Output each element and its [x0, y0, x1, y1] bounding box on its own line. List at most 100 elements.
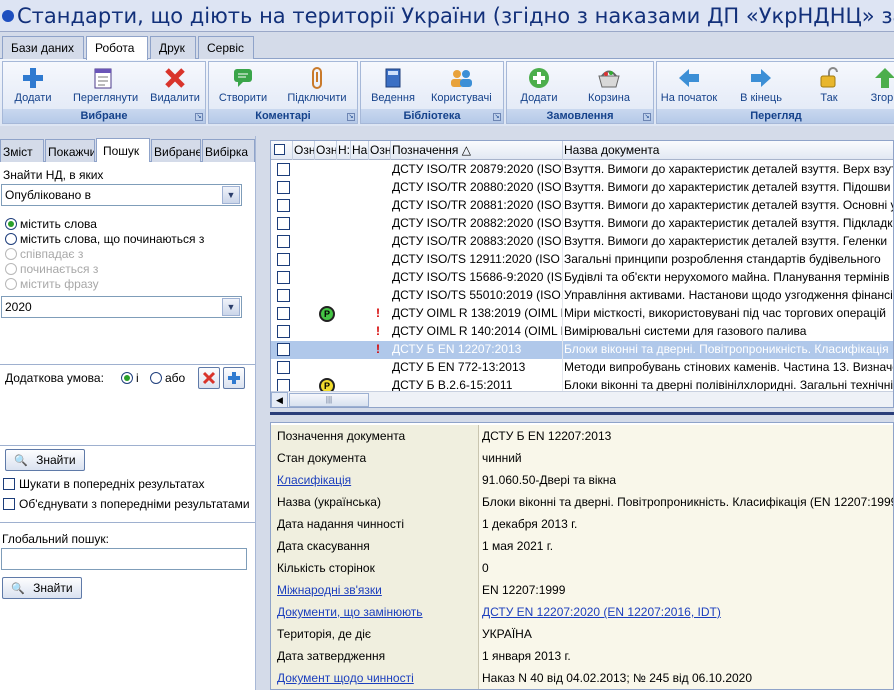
- tab-robota[interactable]: Робота: [86, 36, 148, 60]
- search-in-results-checkbox[interactable]: Шукати в попередніх результатах: [3, 477, 205, 491]
- table-row[interactable]: ДСТУ ISO/TS 15686-9:2020 (IS Будівлі та о…: [271, 269, 893, 287]
- cell-name: Управління активами. Настанови щодо узго…: [564, 288, 894, 302]
- table-row[interactable]: ДСТУ ISO/TR 20883:2020 (ISO Взуття. Вимог…: [271, 233, 893, 251]
- row-checkbox[interactable]: [277, 181, 290, 194]
- dialog-launcher-icon[interactable]: ↘: [643, 113, 651, 121]
- global-search-label: Глобальний пошук:: [2, 532, 109, 546]
- detail-value: чинний: [479, 447, 893, 469]
- library-manage-button[interactable]: Ведення: [363, 64, 423, 110]
- order-add-button[interactable]: Додати: [509, 64, 569, 110]
- collapse-button[interactable]: Згорн: [855, 64, 894, 110]
- detail-label[interactable]: Міжнародні зв'язки: [271, 579, 479, 601]
- row-checkbox[interactable]: [277, 325, 290, 338]
- detail-label: Назва (українська): [271, 491, 479, 513]
- table-row[interactable]: ! ДСТУ OIML R 140:2014 (OIML I Вимірювальн…: [271, 323, 893, 341]
- horizontal-scrollbar[interactable]: ◀ |||: [271, 391, 893, 407]
- detail-label[interactable]: Документи, що замінюють: [271, 601, 479, 623]
- table-row[interactable]: ДСТУ ISO/TR 20879:2020 (ISO Взуття. Вимог…: [271, 161, 894, 179]
- go-start-button[interactable]: На початок: [659, 64, 719, 110]
- tab-search[interactable]: Пошук: [96, 138, 150, 162]
- detail-value[interactable]: ДСТУ EN 12207:2020 (EN 12207:2016, IDT): [479, 601, 893, 623]
- dialog-launcher-icon[interactable]: ↘: [493, 113, 501, 121]
- table-row[interactable]: ДСТУ ISO/TR 20882:2020 (ISO Взуття. Вимог…: [271, 215, 893, 233]
- favorites-add-button[interactable]: Додати: [3, 64, 63, 110]
- radio-and[interactable]: і: [121, 371, 139, 385]
- tab-selection[interactable]: Вибірка: [202, 139, 255, 162]
- tab-druk[interactable]: Друк: [150, 36, 196, 59]
- radio-contains-words[interactable]: містить слова: [5, 217, 97, 231]
- find-button[interactable]: 🔍 Знайти: [5, 449, 85, 471]
- search-form: Знайти НД, в яких Опубліковано в ▼ місти…: [0, 162, 255, 690]
- chevron-down-icon: ▼: [222, 298, 240, 316]
- tab-bazy-danykh[interactable]: Бази даних: [2, 36, 84, 59]
- detail-label[interactable]: Документ щодо чинності: [271, 667, 479, 689]
- table-row[interactable]: ДСТУ ISO/TS 55010:2019 (ISO. Управління а…: [271, 287, 894, 305]
- vertical-splitter[interactable]: [255, 136, 270, 690]
- column-header[interactable]: Н:: [337, 141, 351, 160]
- row-checkbox[interactable]: [277, 289, 290, 302]
- row-checkbox[interactable]: [277, 307, 290, 320]
- radio-or[interactable]: або: [150, 371, 185, 385]
- detail-label[interactable]: Класифікація: [271, 469, 479, 491]
- ribbon-group-library: Ведення Користувачі Бібліотека ↘: [360, 61, 504, 124]
- cell-code: ДСТУ OIML R 140:2014 (OIML I: [391, 323, 563, 341]
- plus-icon: [23, 68, 43, 88]
- column-header-name[interactable]: Назва документа: [563, 141, 893, 160]
- row-checkbox[interactable]: [277, 361, 290, 374]
- table-row[interactable]: P! ДСТУ OIML R 138:2019 (OIML I Міри містк…: [271, 305, 893, 323]
- global-find-button[interactable]: 🔍 Знайти: [2, 577, 82, 599]
- cell-name: Будівлі та об'єкти нерухомого майна. Пла…: [564, 270, 890, 284]
- global-search-input[interactable]: [1, 548, 247, 570]
- remove-condition-button[interactable]: [198, 367, 220, 389]
- column-header[interactable]: Озн: [369, 141, 391, 160]
- order-basket-button[interactable]: Корзина: [579, 64, 639, 110]
- ribbon-group-orders: Додати Корзина Замовлення ↘: [506, 61, 654, 124]
- comment-create-button[interactable]: Створити: [213, 64, 273, 110]
- tab-index[interactable]: Покажчи: [45, 139, 95, 162]
- row-checkbox[interactable]: [277, 343, 290, 356]
- go-end-button[interactable]: В кінець: [731, 64, 791, 110]
- column-header[interactable]: Озн: [293, 141, 315, 160]
- scroll-left-icon[interactable]: ◀: [271, 392, 288, 407]
- title-bar: Стандарти, що діють на території України…: [0, 0, 894, 32]
- radio-icon: [5, 263, 17, 275]
- field-select[interactable]: Опубліковано в ▼: [1, 184, 242, 206]
- checkbox-icon: [3, 498, 15, 510]
- tab-servis[interactable]: Сервіс: [198, 36, 254, 59]
- tab-favorites[interactable]: Вибране: [151, 139, 201, 162]
- library-users-button[interactable]: Користувачі: [431, 64, 492, 110]
- column-header-check[interactable]: [271, 141, 293, 160]
- row-checkbox[interactable]: [277, 253, 290, 266]
- cell-name: Взуття. Вимоги до характеристик деталей …: [564, 162, 894, 176]
- row-checkbox[interactable]: [277, 271, 290, 284]
- favorites-view-button[interactable]: Переглянути: [73, 64, 138, 110]
- row-checkbox[interactable]: [277, 235, 290, 248]
- row-checkbox[interactable]: [277, 217, 290, 230]
- favorites-delete-button[interactable]: Видалити: [145, 64, 205, 110]
- scroll-thumb[interactable]: |||: [289, 393, 369, 407]
- dialog-launcher-icon[interactable]: ↘: [195, 113, 203, 121]
- value-select[interactable]: 2020 ▼: [1, 296, 242, 318]
- users-icon: [451, 70, 472, 87]
- table-row[interactable]: ДСТУ Б EN 772-13:2013 Методи випробувань …: [271, 359, 893, 377]
- table-row[interactable]: ! ДСТУ Б EN 12207:2013 Блоки віконні та дв…: [271, 341, 893, 359]
- dialog-launcher-icon[interactable]: ↘: [347, 113, 355, 121]
- add-condition-button[interactable]: [223, 367, 245, 389]
- radio-words-starting[interactable]: містить слова, що починаються з: [5, 232, 204, 246]
- chevron-down-icon: ▼: [222, 186, 240, 204]
- table-row[interactable]: ДСТУ ISO/TS 12911:2020 (ISO Загальні прин…: [271, 251, 893, 269]
- row-checkbox[interactable]: [277, 163, 290, 176]
- column-header[interactable]: На:: [351, 141, 369, 160]
- row-checkbox[interactable]: [277, 199, 290, 212]
- column-header-code[interactable]: Позначення △: [391, 141, 563, 160]
- radio-icon: [5, 218, 17, 230]
- table-row[interactable]: ДСТУ ISO/TR 20881:2020 (ISO Взуття. Вимог…: [271, 197, 893, 215]
- table-row[interactable]: ДСТУ ISO/TR 20880:2020 (ISO Взуття. Вимог…: [271, 179, 893, 197]
- detail-row: Дата затвердження 1 января 2013 г.: [271, 645, 893, 667]
- column-header[interactable]: Озн: [315, 141, 337, 160]
- horizontal-splitter[interactable]: [270, 408, 894, 422]
- merge-results-checkbox[interactable]: Об'єднувати з попередніми результатами: [3, 497, 250, 511]
- yes-button[interactable]: Так: [799, 64, 859, 110]
- tab-contents[interactable]: Зміст: [0, 139, 44, 162]
- comment-attach-button[interactable]: Підключити: [287, 64, 347, 110]
